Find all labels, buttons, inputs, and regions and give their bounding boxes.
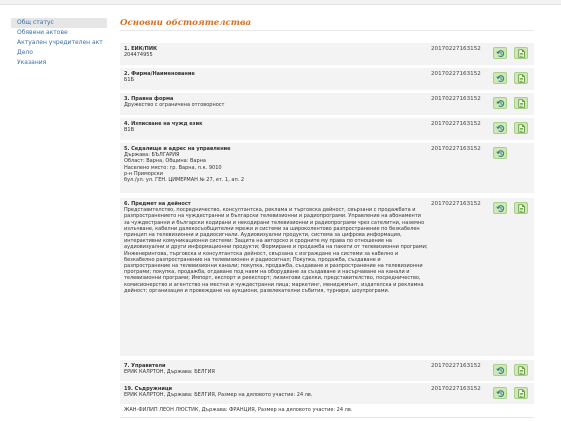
sidebar-item-case[interactable]: Дело	[11, 48, 107, 58]
section-timestamp: 20170227163152	[431, 201, 481, 207]
document-icon	[517, 123, 526, 133]
document-button[interactable]	[514, 47, 528, 59]
section-content: 7. Управители ЕРИК КАЛРТОН, Държава: БЕЛ…	[124, 363, 428, 375]
section-partners: 19. Съдружници ЕРИК КАЛРТОН, Държава: БЕ…	[120, 383, 534, 404]
section-timestamp: 20170227163152	[431, 363, 481, 369]
sidebar-nav: Общ статус Обявени актове Актуален учред…	[11, 18, 107, 68]
document-icon	[517, 365, 526, 375]
history-button[interactable]	[493, 97, 507, 109]
section-content: 5. Седалище и адрес на управление Държав…	[124, 146, 428, 183]
sidebar-item-announced-acts[interactable]: Обявени актове	[11, 28, 107, 38]
document-icon	[517, 48, 526, 58]
document-button[interactable]	[514, 364, 528, 376]
section-company-name: 2. Фирма/Наименование Б1Б 20170227163152	[120, 68, 534, 90]
section-value: ЕРИК КАЛРТОН, Държава: БЕЛГИЯ	[124, 369, 215, 376]
section-registered-address: 5. Седалище и адрес на управление Държав…	[120, 143, 534, 193]
history-icon	[495, 204, 505, 213]
history-button[interactable]	[493, 202, 507, 214]
section-value: Б1Б	[124, 77, 135, 84]
section-value: ЕРИК КАЛРТОН, Държава: БЕЛГИЯ, Размер на…	[124, 392, 313, 399]
section-timestamp: 20170227163152	[431, 146, 481, 152]
section-content: 2. Фирма/Наименование Б1Б	[124, 71, 428, 83]
history-button[interactable]	[493, 72, 507, 84]
document-icon	[517, 73, 526, 83]
section-value: ЖАН-ФИЛИП ЛЕОН ЛЮСТИК, Държава: ФРАНЦИЯ,…	[124, 407, 353, 413]
section-content: 19. Съдружници ЕРИК КАЛРТОН, Държава: БЕ…	[124, 386, 428, 398]
section-legal-form: 3. Правна форма Дружество с ограничена о…	[120, 93, 534, 115]
document-button[interactable]	[514, 122, 528, 134]
section-content: 4. Изписване на чужд език B1B	[124, 121, 428, 133]
top-bar	[0, 0, 561, 5]
section-business-activity: 6. Предмет на дейност Представителство, …	[120, 198, 534, 356]
history-icon	[495, 74, 505, 83]
section-eik: 1. ЕИК/ПИК 204474955 20170227163152	[120, 43, 534, 65]
section-body: Представителство, посредничество, консул…	[124, 207, 428, 294]
section-timestamp: 20170227163152	[431, 96, 481, 102]
history-icon	[495, 124, 505, 133]
section-content: 1. ЕИК/ПИК 204474955	[124, 46, 428, 58]
main-content: Основни обстоятелства	[120, 17, 534, 31]
document-button[interactable]	[514, 202, 528, 214]
history-button[interactable]	[493, 364, 507, 376]
history-icon	[495, 366, 505, 375]
history-icon	[495, 99, 505, 108]
history-icon	[495, 389, 505, 398]
section-timestamp: 20170227163152	[431, 386, 481, 392]
document-button[interactable]	[514, 97, 528, 109]
section-value: B1B	[124, 127, 135, 134]
document-icon	[517, 98, 526, 108]
section-timestamp: 20170227163152	[431, 46, 481, 52]
section-value: бул./ул. ул. ГЕН. ЦИМЕРМАН № 27, ет. 1, …	[124, 177, 245, 184]
section-content: 3. Правна форма Дружество с ограничена о…	[124, 96, 428, 108]
section-timestamp: 20170227163152	[431, 71, 481, 77]
page-title: Основни обстоятелства	[120, 17, 534, 31]
section-foreign-spelling: 4. Изписване на чужд език B1B 2017022716…	[120, 118, 534, 140]
sidebar-item-general-status[interactable]: Общ статус	[11, 18, 107, 28]
section-content: 6. Предмет на дейност Представителство, …	[124, 201, 428, 294]
sidebar-item-current-founding-act[interactable]: Актуален учредителен акт	[11, 38, 107, 48]
history-button[interactable]	[493, 122, 507, 134]
section-value: Дружество с ограничена отговорност	[124, 102, 225, 109]
document-icon	[517, 203, 526, 213]
section-timestamp: 20170227163152	[431, 121, 481, 127]
document-button[interactable]	[514, 72, 528, 84]
history-icon	[495, 49, 505, 58]
document-icon	[517, 388, 526, 398]
sidebar-item-instructions[interactable]: Указания	[11, 58, 107, 68]
history-button[interactable]	[493, 147, 507, 159]
section-partner-row: ЖАН-ФИЛИП ЛЕОН ЛЮСТИК, Държава: ФРАНЦИЯ,…	[120, 405, 534, 418]
section-content: ЖАН-ФИЛИП ЛЕОН ЛЮСТИК, Държава: ФРАНЦИЯ,…	[124, 407, 428, 413]
history-button[interactable]	[493, 47, 507, 59]
history-button[interactable]	[493, 387, 507, 399]
document-button[interactable]	[514, 387, 528, 399]
section-managers: 7. Управители ЕРИК КАЛРТОН, Държава: БЕЛ…	[120, 360, 534, 381]
section-value: 204474955	[124, 52, 153, 59]
history-icon	[495, 149, 505, 158]
